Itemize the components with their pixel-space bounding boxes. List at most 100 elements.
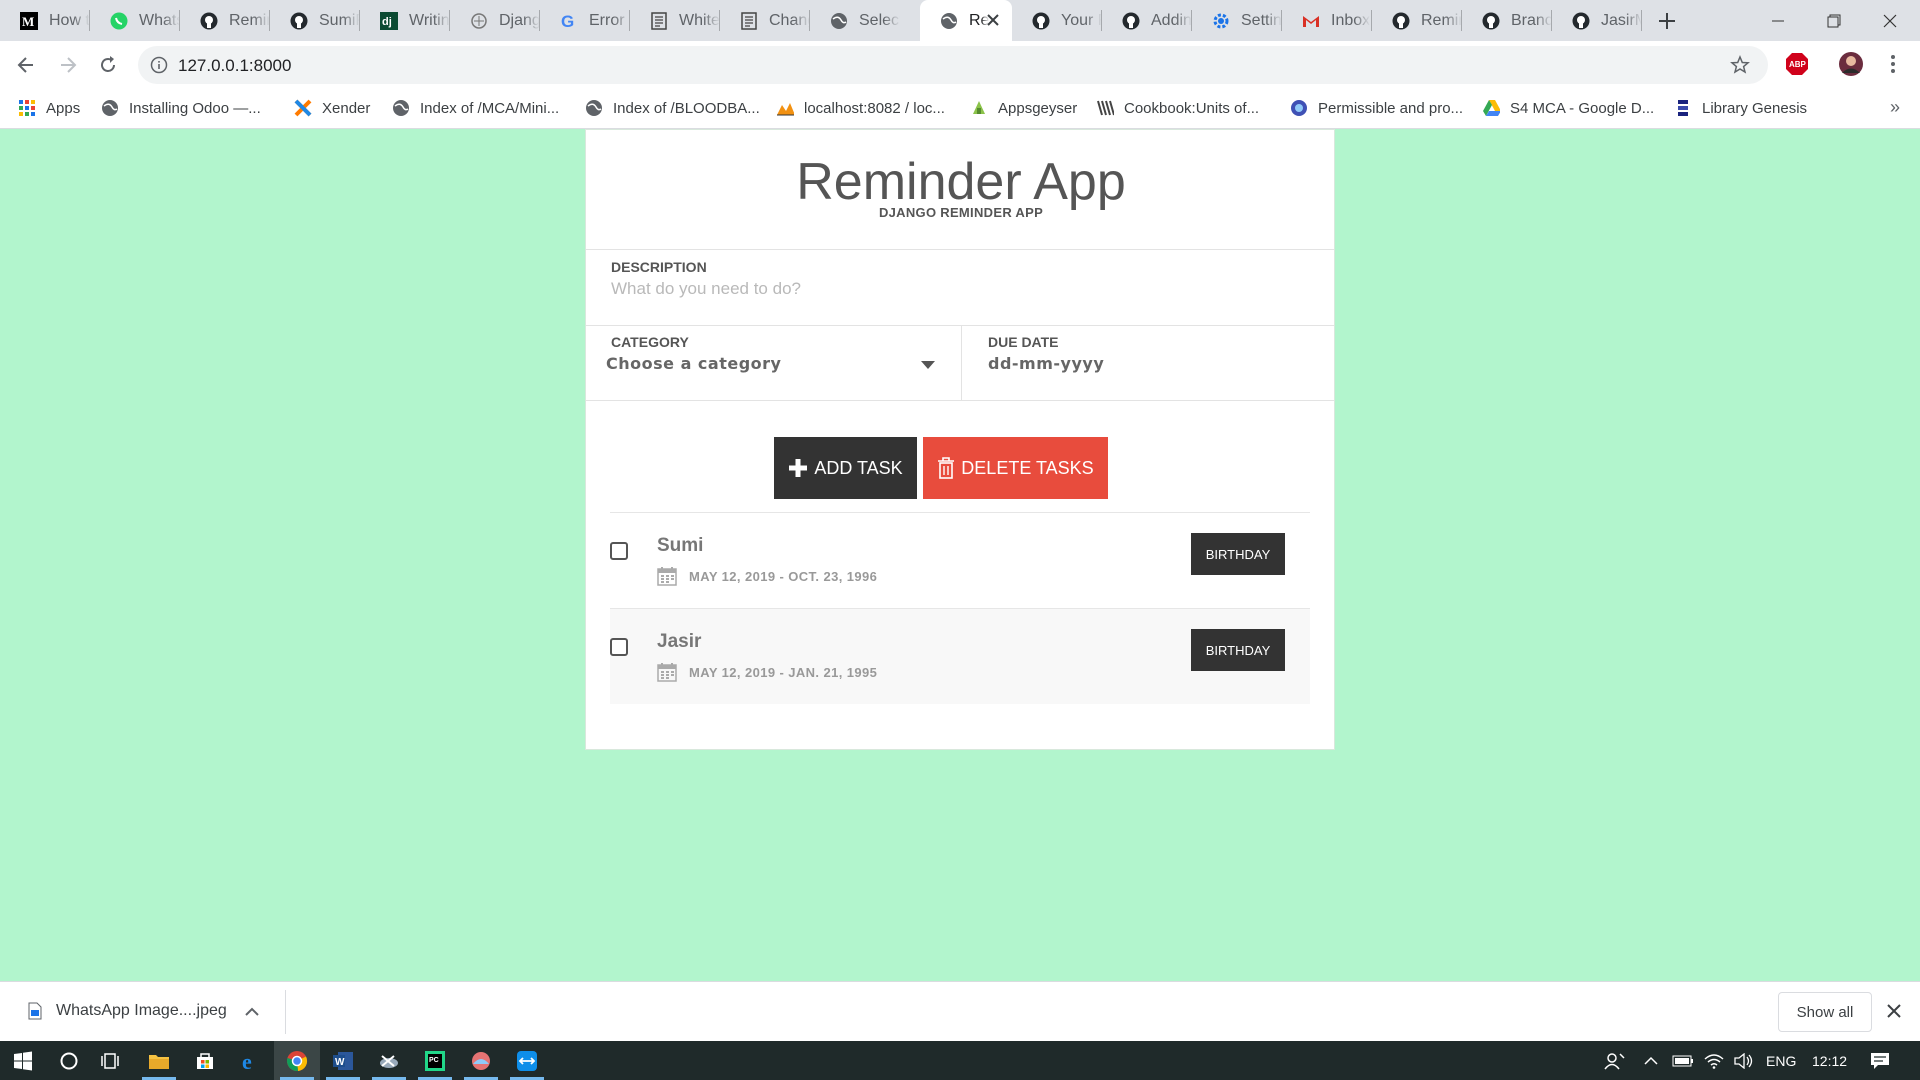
browser-tab[interactable]: dj Writin [360, 0, 450, 41]
browser-tab[interactable]: G Error c [540, 0, 630, 41]
forward-arrow-icon[interactable] [52, 49, 84, 81]
browser-tab[interactable]: Chang [720, 0, 810, 41]
browser-tab[interactable]: Addin [1102, 0, 1192, 41]
appsgeyser-icon [970, 99, 988, 117]
site-icon [1290, 99, 1308, 117]
bookmark-item[interactable]: Index of /BLOODBA... [585, 97, 760, 119]
word-icon[interactable]: W [320, 1041, 366, 1080]
bookmark-item[interactable]: localhost:8082 / loc... [776, 97, 945, 119]
doc-icon [740, 11, 758, 30]
gear-icon [1212, 12, 1230, 30]
browser-tab[interactable]: Djang [450, 0, 540, 41]
field-separator [961, 326, 962, 400]
address-bar[interactable]: 127.0.0.1:8000 [138, 46, 1768, 84]
info-icon[interactable] [150, 56, 168, 74]
browser-tab[interactable]: M How t [0, 0, 90, 41]
bookmark-item[interactable]: Cookbook:Units of... [1096, 97, 1259, 119]
reminder-app-card: Reminder App DJANGO REMINDER APP DESCRIP… [585, 129, 1335, 750]
bookmark-item[interactable]: Index of /MCA/Mini... [392, 97, 559, 119]
wikibooks-icon [1096, 99, 1114, 117]
tab-title: Addin [1151, 11, 1192, 29]
browser-tab[interactable]: Whats [90, 0, 180, 41]
browser-tab[interactable]: SumiP [270, 0, 360, 41]
browser-tab[interactable]: Remin [1372, 0, 1462, 41]
clock[interactable]: 12:12 [1812, 1041, 1847, 1080]
svg-text:e: e [242, 1050, 252, 1072]
show-all-button[interactable]: Show all [1778, 992, 1872, 1032]
task-checkbox[interactable] [610, 542, 628, 560]
chrome-icon[interactable] [274, 1041, 320, 1080]
phpmyadmin-icon [776, 99, 794, 117]
due-date-input[interactable]: dd-mm-yyyy [988, 354, 1308, 378]
browser-tab[interactable]: JasirM [1552, 0, 1642, 41]
chevron-up-icon[interactable] [1644, 1041, 1658, 1080]
download-item[interactable]: WhatsApp Image....jpeg [28, 1002, 259, 1020]
browser-tab[interactable]: Settin [1192, 0, 1282, 41]
tab-title: Remin [1421, 11, 1462, 29]
task-date-text: MAY 12, 2019 - OCT. 23, 1996 [689, 568, 878, 584]
caret-down-icon [921, 361, 935, 369]
bookmark-item[interactable]: Installing Odoo —... [101, 97, 261, 119]
task-view-icon[interactable] [88, 1041, 134, 1080]
adblock-plus-icon[interactable]: ABP [1782, 49, 1812, 79]
github-icon [1032, 12, 1050, 30]
new-tab-icon[interactable] [1654, 9, 1680, 33]
image-file-icon [28, 1002, 42, 1020]
people-icon[interactable] [1604, 1041, 1626, 1080]
description-input[interactable]: What do you need to do? [611, 279, 1311, 303]
notifications-icon[interactable] [1870, 1041, 1890, 1080]
cortana-search-icon[interactable] [46, 1041, 92, 1080]
browser-tab[interactable]: White [630, 0, 720, 41]
volume-icon[interactable] [1734, 1041, 1754, 1080]
calendar-icon [657, 566, 677, 586]
browser-tab[interactable]: Your F [1012, 0, 1102, 41]
browser-tab[interactable]: Remin [180, 0, 270, 41]
browser-tab-active[interactable]: Re [920, 0, 1012, 41]
back-arrow-icon[interactable] [10, 49, 42, 81]
python-idle-icon[interactable] [366, 1041, 412, 1080]
bookmark-item[interactable]: Xender [294, 97, 370, 119]
avatar[interactable] [1836, 49, 1866, 79]
github-icon [1392, 12, 1410, 30]
bookmark-item[interactable]: Library Genesis [1674, 97, 1807, 119]
bookmarks-overflow-icon[interactable]: » [1890, 97, 1900, 118]
bookmark-item[interactable]: Permissible and pro... [1290, 97, 1463, 119]
app-icon[interactable] [458, 1041, 504, 1080]
browser-tab[interactable]: Branc [1462, 0, 1552, 41]
delete-tasks-button[interactable]: DELETE TASKS [923, 437, 1108, 499]
svg-text:dj: dj [382, 16, 392, 28]
reload-icon[interactable] [92, 49, 124, 81]
wifi-icon[interactable] [1704, 1041, 1724, 1080]
bookmark-label: S4 MCA - Google D... [1510, 99, 1655, 117]
download-shelf: WhatsApp Image....jpeg Show all [0, 981, 1920, 1042]
task-date-text: MAY 12, 2019 - JAN. 21, 1995 [689, 664, 878, 680]
edge-icon[interactable]: e [228, 1041, 274, 1080]
bookmark-item[interactable]: Appsgeyser [970, 97, 1077, 119]
browser-tab[interactable]: Select [810, 0, 900, 41]
file-explorer-icon[interactable] [136, 1041, 182, 1080]
whatsapp-icon [110, 12, 128, 30]
windows-start-icon[interactable] [0, 1041, 46, 1080]
browser-tab[interactable]: Inbox [1282, 0, 1372, 41]
battery-icon[interactable] [1672, 1041, 1694, 1080]
close-tab-icon[interactable] [984, 11, 1002, 29]
chevron-up-icon[interactable] [245, 1007, 259, 1016]
category-label: CATEGORY [611, 334, 689, 350]
close-window-icon[interactable] [1862, 0, 1918, 41]
tab-title: White [679, 11, 720, 29]
more-menu-icon[interactable] [1878, 49, 1908, 79]
restore-icon[interactable] [1806, 0, 1862, 41]
bookmark-apps[interactable]: Apps [18, 97, 80, 119]
category-select[interactable]: Choose a category [606, 354, 951, 378]
teamviewer-icon[interactable] [504, 1041, 550, 1080]
minimize-icon[interactable] [1750, 0, 1806, 41]
bookmark-star-icon[interactable] [1730, 55, 1750, 75]
bookmark-item[interactable]: S4 MCA - Google D... [1482, 97, 1654, 119]
close-shelf-icon[interactable] [1886, 1003, 1902, 1019]
task-checkbox[interactable] [610, 638, 628, 656]
language-indicator[interactable]: ENG [1766, 1041, 1796, 1080]
bookmark-label: localhost:8082 / loc... [804, 99, 945, 117]
add-task-button[interactable]: ADD TASK [774, 437, 917, 499]
store-icon[interactable] [182, 1041, 228, 1080]
pycharm-icon[interactable]: PC [412, 1041, 458, 1080]
